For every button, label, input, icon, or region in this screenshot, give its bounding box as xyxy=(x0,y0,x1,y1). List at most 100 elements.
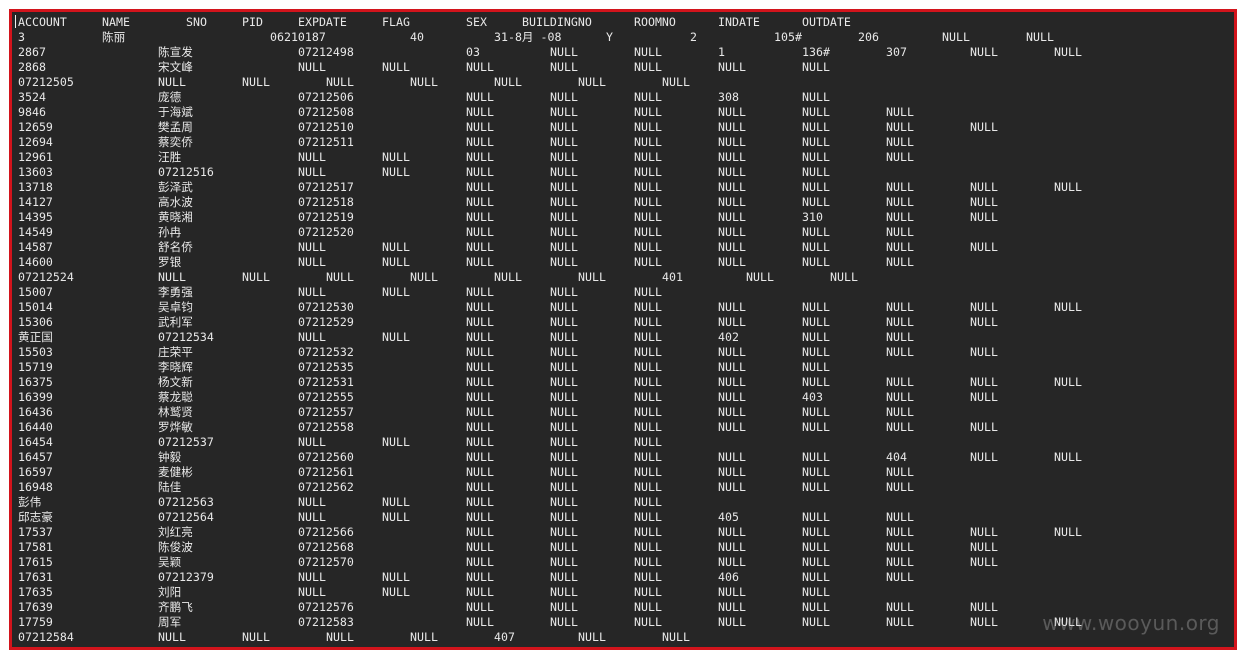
result-cell: 07212379 xyxy=(158,570,214,584)
result-cell: NULL xyxy=(802,240,830,254)
result-cell: 07212558 xyxy=(298,420,354,434)
result-cell: NULL xyxy=(466,525,494,539)
result-cell: NULL xyxy=(886,195,914,209)
result-cell: NULL xyxy=(158,630,186,644)
result-cell: 03 xyxy=(466,45,480,59)
result-cell: 07212568 xyxy=(298,540,354,554)
result-cell: NULL xyxy=(634,615,662,629)
result-cell: NULL xyxy=(970,180,998,194)
result-cell: NULL xyxy=(1054,525,1082,539)
result-cell: NULL xyxy=(550,135,578,149)
result-cell: NULL xyxy=(298,435,326,449)
result-cell: NULL xyxy=(634,240,662,254)
result-cell: 樊孟周 xyxy=(158,120,193,134)
result-cell: NULL xyxy=(802,255,830,269)
result-cell: NULL xyxy=(466,315,494,329)
result-cell: NULL xyxy=(550,420,578,434)
result-cell: NULL xyxy=(634,285,662,299)
result-cell: NULL xyxy=(466,480,494,494)
result-cell: NULL xyxy=(298,240,326,254)
result-cell: NULL xyxy=(550,210,578,224)
result-cell: NULL xyxy=(718,450,746,464)
result-cell: 15306 xyxy=(18,315,53,329)
result-cell: NULL xyxy=(886,210,914,224)
result-cell: 403 xyxy=(802,390,823,404)
result-cell: NULL xyxy=(382,495,410,509)
result-cell: NULL xyxy=(802,465,830,479)
result-cell: NULL xyxy=(550,555,578,569)
result-row: 15306 武利军 07212529 NULL NULL NULL NULL NULL NULL… xyxy=(12,315,1234,330)
result-cell: 07212518 xyxy=(298,195,354,209)
result-cell: 3 xyxy=(18,30,25,44)
result-cell: NULL xyxy=(550,540,578,554)
result-cell: 404 xyxy=(886,450,907,464)
result-row: 14549 孙冉 07212520 NULL NULL NULL NULL NULL NULL xyxy=(12,225,1234,240)
result-cell: NULL xyxy=(634,180,662,194)
result-cell: 16375 xyxy=(18,375,53,389)
result-cell: NULL xyxy=(1054,45,1082,59)
result-cell: NULL xyxy=(382,330,410,344)
result-cell: NULL xyxy=(886,465,914,479)
result-cell: NULL xyxy=(466,135,494,149)
result-cell: NULL xyxy=(886,315,914,329)
result-cell: NULL xyxy=(550,480,578,494)
result-cell: NULL xyxy=(634,465,662,479)
result-cell: NULL xyxy=(970,615,998,629)
result-cell: NULL xyxy=(410,270,438,284)
result-cell: NULL xyxy=(466,435,494,449)
result-cell: NULL xyxy=(634,420,662,434)
result-cell: NULL xyxy=(802,150,830,164)
result-cell: NULL xyxy=(298,285,326,299)
result-cell: NULL xyxy=(634,405,662,419)
result-cell: NULL xyxy=(802,165,830,179)
result-cell: 07212498 xyxy=(298,45,354,59)
result-cell: 庞德 xyxy=(158,90,182,104)
header-name: NAME xyxy=(102,15,130,29)
result-cell: NULL xyxy=(466,615,494,629)
result-cell: NULL xyxy=(886,390,914,404)
result-cell: 庄荣平 xyxy=(158,345,193,359)
result-cell: NULL xyxy=(718,120,746,134)
result-row: 15014 吴卓钧 07212530 NULL NULL NULL NULL NULL NULL… xyxy=(12,300,1234,315)
result-cell: NULL xyxy=(886,300,914,314)
result-row: 16436 林鹫贤 07212557 NULL NULL NULL NULL NULL NULL xyxy=(12,405,1234,420)
result-cell: NULL xyxy=(634,345,662,359)
result-cell: NULL xyxy=(634,60,662,74)
result-cell: NULL xyxy=(550,285,578,299)
result-cell: NULL xyxy=(970,240,998,254)
result-cell: NULL xyxy=(802,510,830,524)
result-cell: 舒名侨 xyxy=(158,240,193,254)
result-cell: NULL xyxy=(718,540,746,554)
result-cell: 16436 xyxy=(18,405,53,419)
result-cell: NULL xyxy=(970,120,998,134)
result-cell: NULL xyxy=(886,555,914,569)
result-cell: 16440 xyxy=(18,420,53,434)
result-cell: NULL xyxy=(158,270,186,284)
result-cell: NULL xyxy=(1054,180,1082,194)
result-row: 16948 陆佳 07212562 NULL NULL NULL NULL NULL NULL xyxy=(12,480,1234,495)
result-row: 17615 吴颖 07212570 NULL NULL NULL NULL NULL NULL N… xyxy=(12,555,1234,570)
result-cell: 07212511 xyxy=(298,135,354,149)
result-cell: NULL xyxy=(886,105,914,119)
result-cell: 2867 xyxy=(18,45,46,59)
result-cell: NULL xyxy=(634,555,662,569)
result-cell: NULL xyxy=(550,255,578,269)
result-cell: NULL xyxy=(550,510,578,524)
result-cell: 14549 xyxy=(18,225,53,239)
result-cell: 吴卓钧 xyxy=(158,300,193,314)
result-cell: NULL xyxy=(466,495,494,509)
header-indate: INDATE xyxy=(718,15,760,29)
result-cell: NULL xyxy=(550,90,578,104)
result-cell: NULL xyxy=(242,270,270,284)
result-cell: 邱志豪 xyxy=(18,510,53,524)
result-cell: NULL xyxy=(550,435,578,449)
result-cell: 9846 xyxy=(18,105,46,119)
result-cell: NULL xyxy=(466,360,494,374)
result-cell: NULL xyxy=(970,390,998,404)
result-cell: NULL xyxy=(718,165,746,179)
result-cell: NULL xyxy=(970,540,998,554)
result-cell: NULL xyxy=(1054,300,1082,314)
result-cell: NULL xyxy=(326,270,354,284)
result-cell: NULL xyxy=(718,390,746,404)
result-cell: 07212562 xyxy=(298,480,354,494)
